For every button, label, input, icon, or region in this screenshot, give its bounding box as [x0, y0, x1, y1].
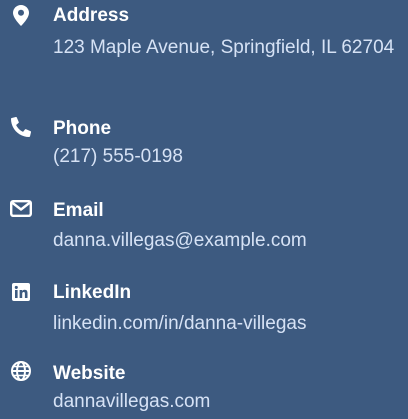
address-value: 123 Maple Avenue, Springfield, IL 62704: [53, 37, 395, 58]
linkedin-link[interactable]: linkedin.com/in/danna-villegas: [53, 309, 403, 339]
phone-link[interactable]: (217) 555-0198: [53, 142, 403, 172]
contact-item-email: Email danna.villegas@example.com: [0, 195, 408, 260]
map-pin-icon: [10, 4, 32, 26]
contact-item-linkedin: LinkedIn linkedin.com/in/danna-villegas: [0, 278, 408, 343]
linkedin-icon: [10, 281, 32, 303]
linkedin-label: LinkedIn: [53, 282, 132, 303]
contact-item-address: Address 123 Maple Avenue, Springfield, I…: [0, 0, 408, 100]
contact-item-phone: Phone (217) 555-0198: [0, 112, 408, 177]
email-link[interactable]: danna.villegas@example.com: [53, 226, 403, 256]
contact-item-website: Website dannavillegas.com: [0, 357, 408, 419]
address-label: Address: [53, 5, 130, 26]
globe-icon: [10, 360, 32, 382]
envelope-icon: [10, 197, 32, 219]
website-label: Website: [53, 363, 126, 384]
contact-list: Address 123 Maple Avenue, Springfield, I…: [0, 0, 408, 419]
phone-label: Phone: [53, 118, 112, 139]
phone-icon: [10, 116, 32, 138]
website-link[interactable]: dannavillegas.com: [53, 387, 403, 417]
email-label: Email: [53, 200, 104, 221]
